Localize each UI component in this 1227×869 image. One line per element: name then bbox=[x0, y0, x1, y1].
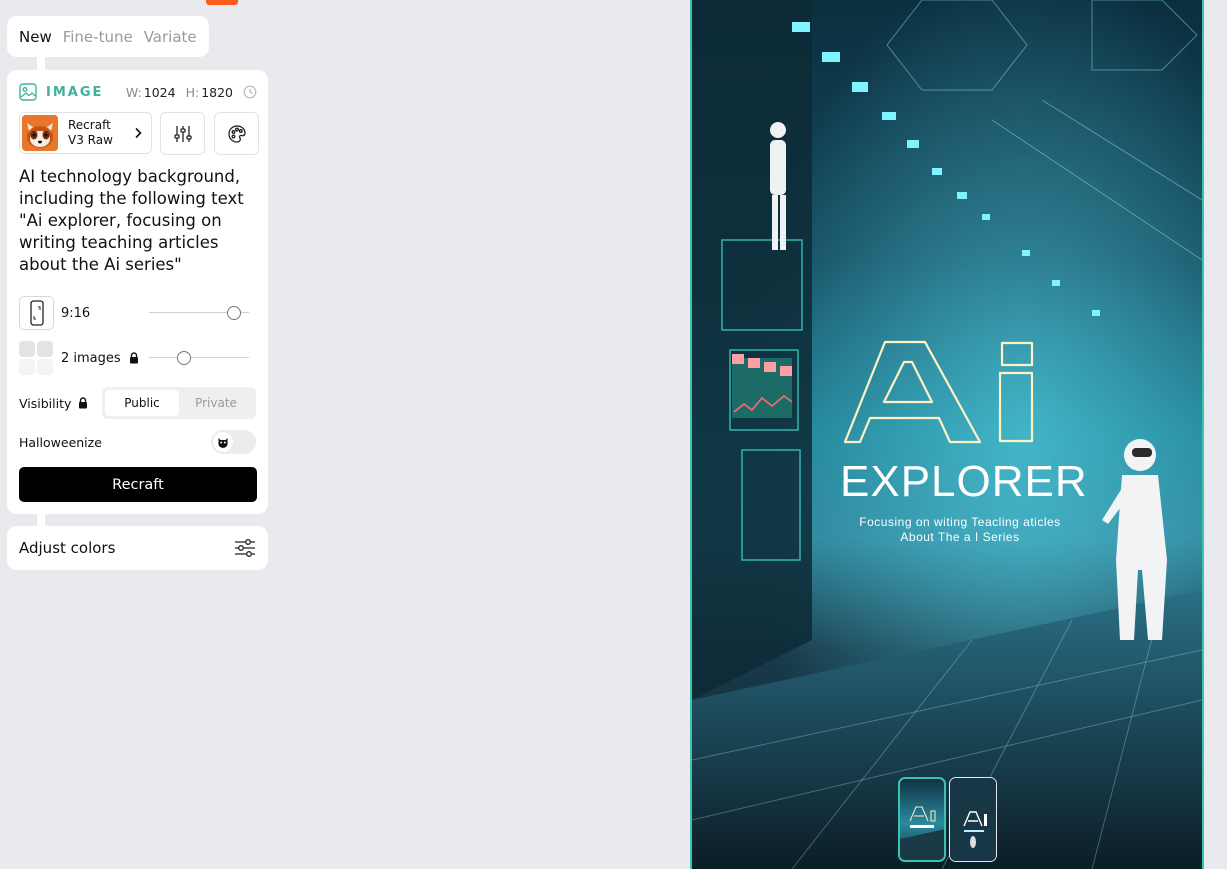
halloweenize-row: Halloweenize bbox=[19, 430, 257, 454]
width-field[interactable]: W: 1024 bbox=[126, 85, 176, 100]
lock-icon bbox=[79, 397, 88, 409]
adjust-colors-button[interactable]: Adjust colors bbox=[7, 526, 268, 570]
visibility-private-option[interactable]: Private bbox=[179, 390, 253, 416]
width-label: W: bbox=[125, 84, 142, 100]
aspect-ratio-button[interactable] bbox=[19, 296, 54, 330]
tab-variate[interactable]: Variate bbox=[144, 28, 197, 46]
visibility-label: Visibility bbox=[19, 395, 72, 411]
poster-title: EXPLORER bbox=[840, 457, 1088, 506]
tab-new[interactable]: New bbox=[19, 28, 52, 46]
image-count-icon bbox=[19, 341, 54, 375]
adjust-colors-label: Adjust colors bbox=[19, 539, 116, 557]
tab-fine-tune[interactable]: Fine-tune bbox=[63, 28, 133, 46]
chevron-right-icon bbox=[135, 127, 142, 139]
model-name-line1: Recraft bbox=[68, 118, 111, 132]
image-count-label-wrap: 2 images bbox=[61, 351, 139, 366]
thumbnail-1[interactable] bbox=[898, 777, 946, 862]
image-count-label: 2 images bbox=[61, 350, 121, 366]
image-count-row: 2 images bbox=[19, 341, 257, 375]
panel-connector bbox=[37, 514, 45, 526]
image-count-slider[interactable] bbox=[149, 357, 249, 358]
aspect-ratio-row: 9:16 bbox=[19, 296, 257, 330]
aspect-ratio-slider-handle[interactable] bbox=[227, 306, 241, 320]
lock-icon bbox=[129, 352, 138, 364]
thumbnail-2[interactable] bbox=[949, 777, 997, 862]
image-icon bbox=[19, 83, 37, 101]
height-field[interactable]: H: 1820 bbox=[186, 85, 233, 100]
generated-image-canvas[interactable]: EXPLORER Focusing on witing Teacling ati… bbox=[690, 0, 1204, 869]
generated-image bbox=[692, 0, 1202, 869]
height-value: 1820 bbox=[201, 84, 233, 100]
model-name: Recraft V3 Raw bbox=[68, 118, 113, 148]
mode-tabs: New Fine-tune Variate bbox=[7, 16, 209, 57]
prompt-text[interactable]: AI technology background, including the … bbox=[19, 166, 257, 276]
model-name-line2: V3 Raw bbox=[68, 133, 113, 147]
width-value: 1024 bbox=[143, 84, 176, 100]
palette-icon bbox=[227, 124, 246, 143]
red-panda-avatar bbox=[22, 115, 58, 151]
sliders-icon bbox=[173, 125, 192, 142]
poster-subtitle: Focusing on witing Teacling aticles Abou… bbox=[840, 515, 1080, 545]
clock-icon[interactable] bbox=[243, 85, 257, 99]
visibility-row: Visibility Public Private bbox=[19, 387, 257, 419]
poster-subtitle-line2: About The a I Series bbox=[900, 530, 1020, 544]
dimensions: W: 1024 H: 1820 bbox=[126, 85, 257, 100]
settings-sliders-button[interactable] bbox=[160, 112, 205, 155]
phone-portrait-icon bbox=[29, 300, 44, 326]
visibility-public-option[interactable]: Public bbox=[105, 390, 179, 416]
recraft-generate-button[interactable]: Recraft bbox=[19, 467, 257, 502]
adjust-sliders-icon bbox=[235, 539, 255, 557]
halloween-cat-icon bbox=[213, 432, 233, 452]
aspect-ratio-label: 9:16 bbox=[61, 305, 91, 321]
halloweenize-toggle[interactable] bbox=[211, 430, 256, 454]
poster-subtitle-line1: Focusing on witing Teacling aticles bbox=[859, 515, 1061, 529]
image-settings-panel: IMAGE W: 1024 H: 1820 Recraft V3 Raw AI … bbox=[7, 70, 268, 514]
height-label: H: bbox=[185, 84, 200, 100]
image-header: IMAGE W: 1024 H: 1820 bbox=[19, 83, 257, 101]
style-palette-button[interactable] bbox=[214, 112, 259, 155]
image-count-slider-handle[interactable] bbox=[177, 351, 191, 365]
panel-connector bbox=[37, 57, 45, 70]
halloweenize-label: Halloweenize bbox=[19, 434, 102, 450]
top-indicator bbox=[206, 0, 238, 5]
section-label: IMAGE bbox=[46, 84, 104, 100]
visibility-toggle: Public Private bbox=[102, 387, 256, 419]
model-selector-button[interactable]: Recraft V3 Raw bbox=[19, 112, 152, 154]
